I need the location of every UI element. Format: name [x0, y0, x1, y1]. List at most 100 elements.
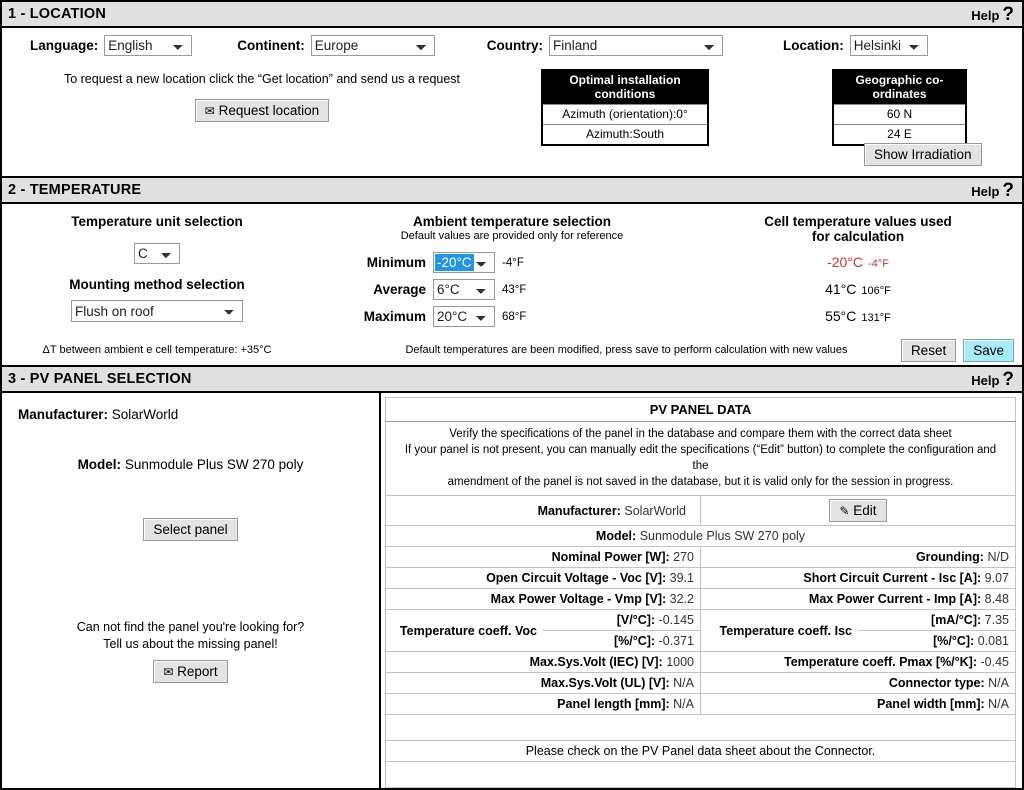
cell-temperature-row-minimum: -20°C -4°F — [712, 254, 1004, 281]
pv-data-row: Max.Sys.Volt (UL) [V]: N/A Connector typ… — [385, 672, 1016, 695]
missing-panel-line1: Can not find the panel you're looking fo… — [76, 620, 305, 634]
pv-data-cell: Max Power Current - Imp [A]: 8.48 — [700, 588, 1016, 611]
help-label: Help — [971, 183, 1000, 199]
language-select[interactable]: English — [104, 35, 193, 56]
pencil-square-icon: ✎ — [839, 504, 850, 519]
ambient-row-minimum: Minimum -20°C -20°C -4°F — [342, 249, 712, 276]
section-location: 1 - LOCATION Help ? Language: English Co… — [0, 0, 1024, 178]
selected-model-value: Sunmodule Plus SW 270 poly — [124, 457, 304, 472]
location-label: Location: — [783, 38, 844, 53]
temperature-coeff-voc-pct-per-c: [%/°C]: -0.371 — [543, 631, 700, 651]
select-panel-button[interactable]: Select panel — [143, 518, 238, 541]
cell-minimum-celsius: -20°C — [827, 254, 864, 270]
pv-data-blank-row — [385, 714, 1016, 742]
maximum-label: Maximum — [363, 309, 426, 324]
location-help-button[interactable]: Help ? — [971, 5, 1014, 24]
coeff-isc-value1: 7.35 — [984, 613, 1009, 628]
pv-panel-header: 3 - PV PANEL SELECTION Help ? — [2, 367, 1022, 393]
location-body: To request a new location click the “Get… — [2, 61, 1022, 176]
envelope-icon: ✉ — [163, 664, 174, 679]
question-mark-icon: ? — [1002, 3, 1014, 25]
temperature-help-button[interactable]: Help ? — [971, 181, 1014, 200]
location-selectors-row: Language: English Continent: Europe Coun… — [2, 28, 1022, 61]
max-sys-volt-ul-value: N/A — [673, 676, 694, 691]
pv-data-model: Model: Sunmodule Plus SW 270 poly — [385, 525, 1016, 548]
save-button[interactable]: Save — [963, 338, 1014, 362]
continent-label: Continent: — [237, 38, 305, 53]
panel-length-label: Panel length [mm]: — [557, 697, 670, 712]
reset-button[interactable]: Reset — [900, 338, 957, 362]
average-temperature-select[interactable]: 6°C — [433, 279, 495, 300]
isc-value: 9.07 — [984, 571, 1009, 586]
report-panel-button-label: Report — [177, 663, 218, 679]
temperature-coeff-isc-cell: Temperature coeff. Isc [mA/°C]: 7.35 [%/… — [700, 609, 1016, 653]
pv-data-title-row: PV PANEL DATA — [385, 397, 1016, 422]
ambient-row-average: Average 6°C 43°F — [342, 276, 712, 303]
temperature-coeff-pmax-value: -0.45 — [980, 655, 1010, 670]
pv-data-row: Open Circuit Voltage - Voc [V]: 39.1 Sho… — [385, 567, 1016, 590]
pv-panel-data-table: PV PANEL DATA Verify the specifications … — [385, 397, 1016, 789]
pv-data-cell: Nominal Power [W]: 270 — [385, 546, 701, 569]
section-temperature: 2 - TEMPERATURE Help ? Temperature unit … — [0, 178, 1024, 367]
ambient-row-maximum: Maximum 20°C 68°F — [342, 303, 712, 330]
pv-data-cell: Short Circuit Current - Isc [A]: 9.07 — [700, 567, 1016, 590]
pv-data-cell: Max Power Voltage - Vmp [V]: 32.2 — [385, 588, 701, 611]
minimum-temperature-select[interactable]: -20°C — [433, 252, 495, 273]
location-title: 1 - LOCATION — [8, 6, 106, 22]
connector-type-label: Connector type: — [888, 676, 985, 691]
location-info-block: Optimal installation conditions Azimuth … — [522, 61, 1022, 176]
country-label: Country: — [486, 38, 543, 53]
pv-panel-title: 3 - PV PANEL SELECTION — [8, 371, 192, 387]
pv-data-connector-note-row: Please check on the PV Panel data sheet … — [385, 740, 1016, 763]
temperature-title: 2 - TEMPERATURE — [8, 182, 142, 198]
geographic-coordinates-header: Geographic co-ordinates — [834, 71, 965, 104]
temperature-unit-column: Temperature unit selection C Mounting me… — [2, 214, 312, 335]
edit-panel-button[interactable]: ✎ Edit — [829, 499, 887, 523]
pv-panel-help-button[interactable]: Help ? — [971, 370, 1014, 389]
continent-select[interactable]: Europe — [310, 35, 435, 56]
coeff-isc-value2: 0.081 — [977, 634, 1009, 649]
help-label: Help — [971, 372, 1000, 388]
panel-width-label: Panel width [mm]: — [877, 697, 985, 712]
question-mark-icon: ? — [1002, 179, 1014, 201]
country-select[interactable]: Finland — [549, 35, 723, 56]
temperature-coeff-isc-label: Temperature coeff. Isc — [719, 623, 852, 638]
missing-panel-text: Can not find the panel you're looking fo… — [12, 619, 369, 653]
average-label: Average — [373, 282, 426, 297]
pv-data-blank-cell — [385, 714, 1016, 742]
temperature-coeff-voc-cell: Temperature coeff. Voc [V/°C]: -0.145 [%… — [385, 609, 701, 653]
pv-data-manufacturer-row: Manufacturer: SolarWorld ✎ Edit — [385, 495, 1016, 527]
nominal-power-label: Nominal Power [W]: — [551, 550, 670, 565]
maximum-temperature-select[interactable]: 20°C — [433, 306, 495, 327]
pv-data-cell: Grounding: N/D — [700, 546, 1016, 569]
cell-temperature-column: Cell temperature values used for calcula… — [712, 214, 1022, 335]
language-field: Language: English — [30, 35, 193, 56]
geographic-coordinates-table: Geographic co-ordinates 60 N 24 E — [832, 69, 967, 146]
imp-value: 8.48 — [984, 592, 1009, 607]
pv-data-manufacturer-label: Manufacturer: — [537, 503, 621, 518]
pv-data-cell: Panel length [mm]: N/A — [385, 693, 701, 716]
help-label: Help — [971, 7, 1000, 23]
selected-manufacturer-value: SolarWorld — [111, 407, 179, 422]
mounting-method-select[interactable]: Flush on roof — [71, 300, 243, 322]
pv-data-cell: Connector type: N/A — [700, 672, 1016, 695]
temperature-unit-select[interactable]: C — [134, 243, 180, 264]
connector-note: Please check on the PV Panel data sheet … — [385, 740, 1016, 763]
nominal-power-value: 270 — [673, 550, 694, 565]
report-panel-button[interactable]: ✉ Report — [153, 659, 228, 683]
optimal-conditions-row: Azimuth:South — [543, 124, 707, 144]
pv-data-note-line1: Verify the specifications of the panel i… — [449, 428, 952, 440]
request-location-button[interactable]: ✉ Request location — [194, 98, 330, 122]
pv-data-note-row: Verify the specifications of the panel i… — [385, 420, 1016, 497]
vmp-label: Max Power Voltage - Vmp [V]: — [490, 592, 667, 607]
cell-minimum-fahrenheit: -4°F — [868, 258, 889, 270]
location-select[interactable]: Helsinki — [849, 35, 928, 56]
section-pv-panel: 3 - PV PANEL SELECTION Help ? Manufactur… — [0, 367, 1024, 790]
show-irradiation-button[interactable]: Show Irradiation — [864, 143, 982, 166]
request-location-hint: To request a new location click the “Get… — [63, 72, 461, 86]
pv-data-cell: Open Circuit Voltage - Voc [V]: 39.1 — [385, 567, 701, 590]
pv-panel-selection-column: Manufacturer: SolarWorld Model: Sunmodul… — [2, 393, 381, 789]
coeff-voc-value2: -0.371 — [658, 634, 694, 649]
selected-manufacturer-label: Manufacturer: — [18, 407, 109, 422]
pv-panel-body: Manufacturer: SolarWorld Model: Sunmodul… — [2, 393, 1022, 789]
